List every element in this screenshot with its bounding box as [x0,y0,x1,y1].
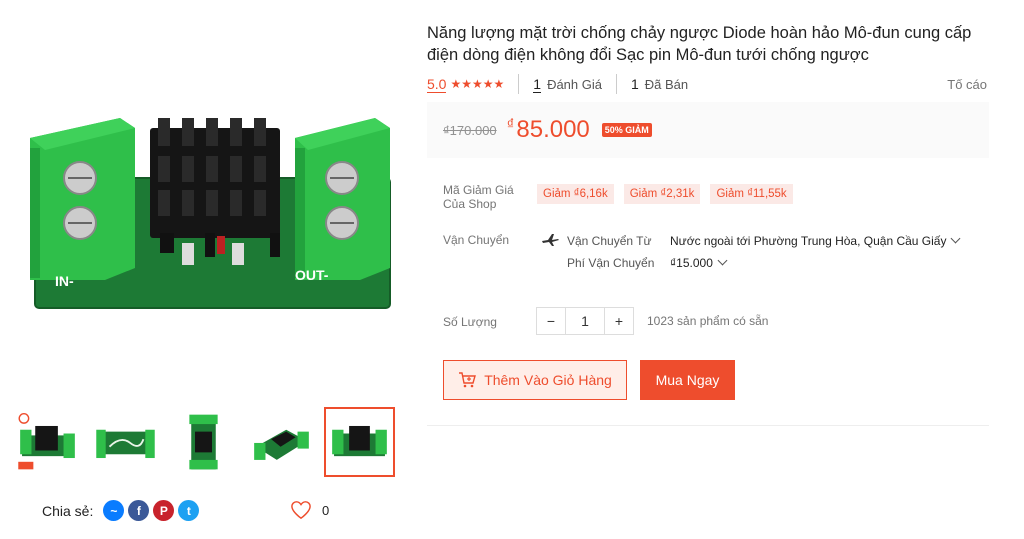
price-box: ₫170.000 ₫85.000 50% GIẢM [427,102,989,158]
rating-stars: ★★★★★ [450,77,505,91]
product-title: Năng lượng mặt trời chống chảy ngược Dio… [427,24,972,64]
sold-label: Đã Bán [644,76,689,92]
thumbnail-1[interactable] [12,407,83,477]
product-card: IN- OUT- Chia sẻ: ~ f P t 0 Năng lượng m… [0,0,1024,539]
like-count: 0 [322,502,330,518]
pcb-label-in: IN- [55,273,74,289]
thumbnail-4[interactable] [246,407,317,477]
current-price: ₫85.000 [507,116,590,144]
current-price-value: 85.000 [516,116,590,143]
ship-fee-label: Phí Vận Chuyển [567,256,655,270]
like-area: 0 [290,500,329,520]
voucher-item[interactable]: Giảm ₫6,16k [537,184,614,204]
add-to-cart-label: Thêm Vào Giỏ Hàng [484,372,612,388]
thumbnail-3[interactable] [168,407,239,477]
share-label: Chia sẻ: [42,502,94,519]
main-product-image[interactable]: IN- OUT- [10,18,402,398]
ship-from-label: Vận Chuyển Từ [567,234,652,248]
chevron-down-icon [951,233,961,244]
pinterest-icon[interactable]: P [153,500,175,521]
add-to-cart-button[interactable]: Thêm Vào Giỏ Hàng [443,360,627,400]
rating-value[interactable]: 5.0 [427,76,447,93]
currency-symbol: ₫ [506,116,515,133]
meta-divider [615,74,617,94]
section-divider [427,425,989,426]
meta-divider [518,74,520,94]
thumbnail-2[interactable] [90,407,161,477]
voucher-item[interactable]: Giảm ₫2,31k [623,184,701,204]
sold-count: 1 [630,76,639,92]
thumbnail-strip [12,407,402,479]
cart-icon [459,372,477,388]
quantity-minus-button[interactable]: − [537,308,565,334]
thumbnail-5-selected[interactable] [324,407,395,477]
voucher-list: Giảm ₫6,16k Giảm ₫2,31k Giảm ₫11,55k [537,184,793,204]
quantity-label: Số Lượng [443,315,497,329]
buy-now-button[interactable]: Mua Ngay [640,360,735,400]
heart-icon[interactable] [290,500,312,520]
voucher-item[interactable]: Giảm ₫11,55k [710,184,793,204]
stock-available: 1023 sản phẩm có sẵn [647,314,769,328]
airplane-icon [542,234,559,246]
old-price: ₫170.000 [443,122,497,138]
quantity-input[interactable]: 1 [565,308,605,334]
pcb-label-out: OUT- [295,267,329,283]
chevron-down-icon [717,255,728,266]
discount-badge: 50% GIẢM [601,123,652,137]
pcb-module-illustration: IN- OUT- [30,118,391,309]
share-row: Chia sẻ: ~ f P t [42,500,200,521]
product-info: Năng lượng mặt trời chống chảy ngược Dio… [427,22,992,66]
twitter-icon[interactable]: t [178,500,200,521]
messenger-icon[interactable]: ~ [103,500,125,521]
voucher-label: Mã Giảm Giá Của Shop [443,183,514,211]
ship-from-value[interactable]: Nước ngoài tới Phường Trung Hòa, Quận Cầ… [670,233,961,248]
quantity-plus-button[interactable]: + [605,308,633,334]
quantity-stepper: − 1 + [536,307,634,335]
facebook-icon[interactable]: f [128,500,150,521]
report-link[interactable]: Tố cáo [947,77,987,92]
ship-fee-value[interactable]: ₫15.000 [670,255,728,270]
product-meta: 5.0 ★★★★★ 1 Đánh Giá 1 Đã Bán Tố cáo [427,74,987,94]
shipping-label: Vận Chuyển [443,233,510,247]
reviews-label: Đánh Giá [547,76,602,92]
reviews-count[interactable]: 1 [533,76,542,93]
